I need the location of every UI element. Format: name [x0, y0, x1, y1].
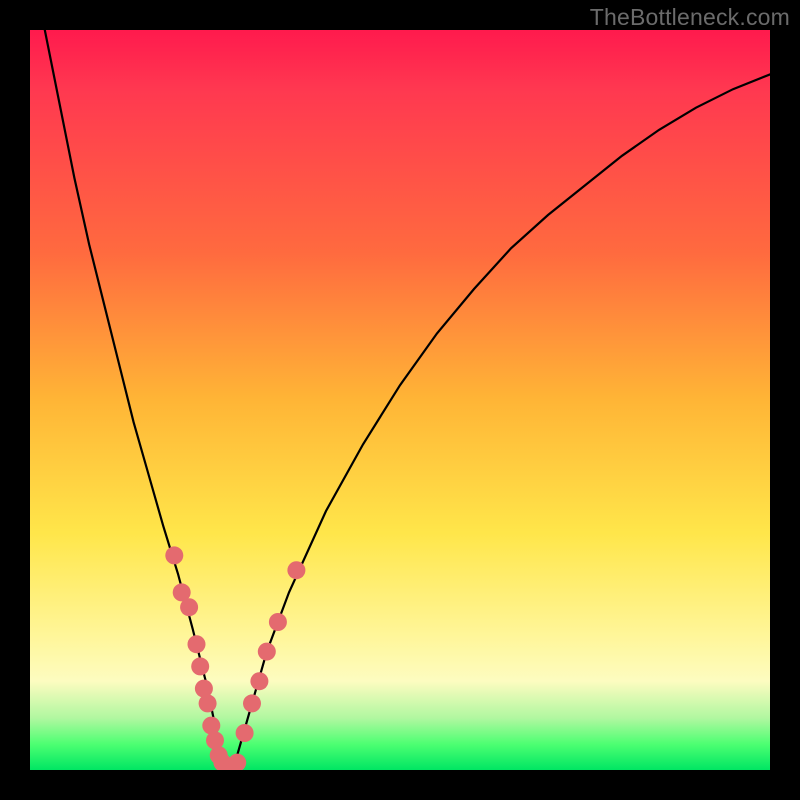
sample-dot: [228, 754, 246, 770]
sample-dot: [188, 635, 206, 653]
sample-dot: [250, 672, 268, 690]
watermark-text: TheBottleneck.com: [590, 4, 790, 31]
sample-dot: [243, 694, 261, 712]
bottleneck-curve: [45, 30, 770, 770]
sample-dot: [236, 724, 254, 742]
scatter-layer: [165, 546, 305, 770]
sample-dot: [165, 546, 183, 564]
sample-dot: [269, 613, 287, 631]
sample-dot: [258, 643, 276, 661]
sample-dot: [180, 598, 198, 616]
sample-dot: [191, 657, 209, 675]
sample-dot: [199, 694, 217, 712]
plot-area: [30, 30, 770, 770]
sample-dot: [287, 561, 305, 579]
chart-svg: [30, 30, 770, 770]
curve-layer: [45, 30, 770, 770]
chart-frame: TheBottleneck.com: [0, 0, 800, 800]
